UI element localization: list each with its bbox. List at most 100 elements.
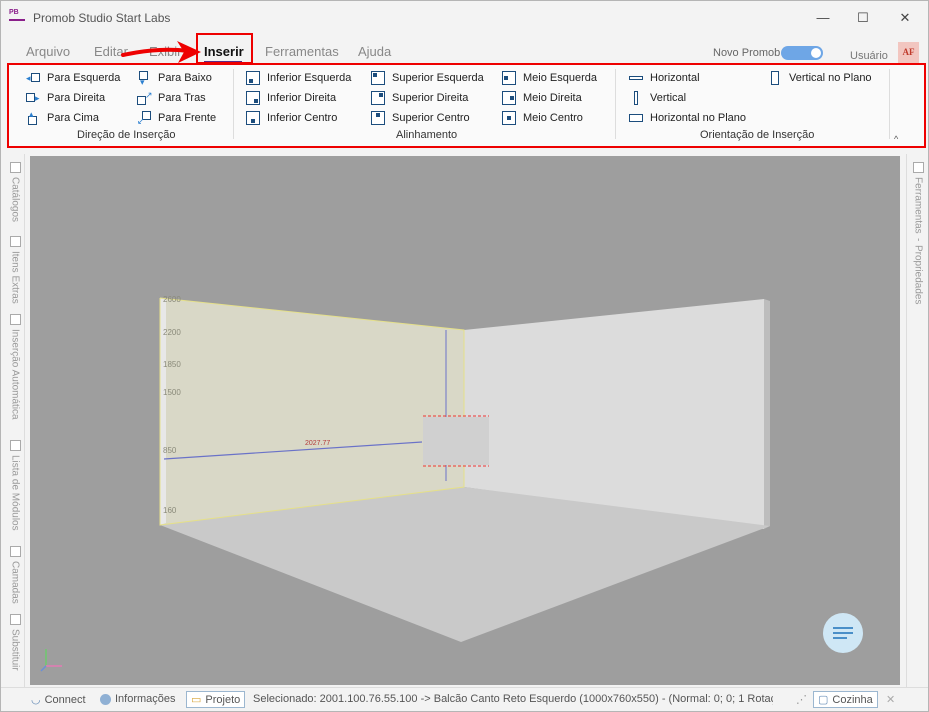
replace-icon [9, 614, 21, 625]
informacoes-button[interactable]: Informações [100, 693, 176, 705]
tab-ferramentas[interactable]: Ferramentas [265, 44, 339, 59]
group-label-orientacao: Orientação de Inserção [700, 129, 815, 141]
meio-direita-label: Meio Direita [523, 92, 582, 104]
maximize-button[interactable]: ☐ [843, 7, 883, 29]
vertical-label: Vertical [650, 92, 687, 104]
vertical-button[interactable]: Vertical [629, 90, 686, 106]
superior-esquerda-button[interactable]: Superior Esquerda [371, 70, 484, 86]
horizontal-button[interactable]: Horizontal [629, 70, 700, 86]
para-tras-label: Para Tras [158, 92, 206, 104]
globe-icon [100, 693, 111, 705]
para-esquerda-button[interactable]: ◂ Para Esquerda [26, 70, 120, 86]
arrow-down-box-icon: ▾ [137, 71, 151, 87]
user-label[interactable]: Usuário [850, 50, 888, 62]
dimension-label: 2027.77 [305, 440, 331, 447]
meio-esquerda-label: Meio Esquerda [523, 72, 597, 84]
3d-viewport[interactable]: 2600 2200 1850 1500 850 160 2027.77 [30, 156, 900, 685]
tab-arquivo[interactable]: Arquivo [26, 44, 70, 59]
para-baixo-button[interactable]: ▾ Para Baixo [137, 70, 212, 87]
align-middle-left-icon [502, 71, 516, 85]
meio-direita-button[interactable]: Meio Direita [502, 90, 582, 106]
side-tab-ferramentas-propriedades[interactable]: Ferramentas - Propriedades [910, 162, 926, 305]
inferior-centro-button[interactable]: Inferior Centro [246, 110, 337, 126]
arrow-right-box-icon: ▸ [26, 91, 40, 105]
group-separator [615, 69, 616, 139]
height-mark: 1850 [163, 360, 181, 369]
inferior-direita-label: Inferior Direita [267, 92, 337, 104]
superior-esquerda-label: Superior Esquerda [392, 72, 484, 84]
vertical-no-plano-button[interactable]: Vertical no Plano [768, 70, 872, 86]
side-tab-insercao-automatica[interactable]: Inserção Automática [7, 314, 23, 420]
avatar[interactable]: AF [898, 42, 919, 63]
layers-icon [9, 546, 21, 557]
extras-icon [9, 236, 21, 247]
vertical-plane-icon [768, 71, 782, 85]
inferior-centro-label: Inferior Centro [267, 112, 338, 124]
cozinha-button[interactable]: ▢ Cozinha [813, 691, 878, 708]
para-cima-button[interactable]: ▴ Para Cima [26, 110, 99, 126]
superior-centro-button[interactable]: Superior Centro [371, 110, 470, 126]
arrow-left-box-icon: ◂ [26, 71, 40, 85]
arrow-back-box-icon: ↗ [137, 91, 153, 105]
chat-bubble-icon[interactable] [823, 613, 863, 653]
arrow-up-box-icon: ▴ [26, 110, 40, 125]
align-top-right-icon [371, 91, 385, 105]
horizontal-no-plano-button[interactable]: Horizontal no Plano [629, 110, 746, 126]
novo-promob-toggle[interactable] [781, 46, 823, 60]
meio-centro-label: Meio Centro [523, 112, 583, 124]
folder-icon: ▭ [191, 694, 202, 706]
right-side-panel: Ferramentas - Propriedades [906, 154, 928, 687]
selected-cabinet [423, 417, 489, 465]
minimize-button[interactable]: — [803, 7, 843, 29]
para-cima-label: Para Cima [47, 112, 99, 124]
connect-button[interactable]: ◡ Connect [31, 693, 86, 707]
inferior-direita-button[interactable]: Inferior Direita [246, 90, 336, 106]
close-room-button[interactable]: ✕ [886, 693, 895, 706]
side-tab-itens-extras[interactable]: Itens Extras [7, 236, 23, 304]
para-frente-button[interactable]: ↙ Para Frente [137, 110, 216, 126]
side-tab-substituir[interactable]: Substituir [7, 614, 23, 671]
vertical-panel-icon [629, 91, 643, 105]
side-tab-label: Camadas [9, 561, 21, 604]
side-tab-lista-modulos[interactable]: Lista de Módulos [7, 440, 23, 531]
back-left-wall [160, 298, 464, 525]
inferior-esquerda-label: Inferior Esquerda [267, 72, 352, 84]
module-list-icon [9, 440, 21, 451]
projeto-label: Projeto [205, 693, 241, 706]
side-tab-catalogos[interactable]: Catálogos [7, 162, 23, 222]
align-bottom-center-icon [246, 111, 260, 125]
inferior-esquerda-button[interactable]: Inferior Esquerda [246, 70, 351, 86]
informacoes-label: Informações [115, 693, 176, 705]
horizontal-panel-icon [629, 71, 643, 85]
horizontal-no-plano-label: Horizontal no Plano [650, 112, 747, 124]
side-tab-label: Catálogos [9, 177, 21, 223]
close-button[interactable]: ✕ [885, 7, 925, 29]
para-esquerda-label: Para Esquerda [47, 72, 121, 84]
collapse-ribbon-button[interactable]: ^ [894, 134, 898, 144]
cozinha-label: Cozinha [832, 693, 873, 706]
height-mark: 2200 [163, 328, 181, 337]
meio-esquerda-button[interactable]: Meio Esquerda [502, 70, 597, 86]
left-side-panel: Catálogos Itens Extras Inserção Automáti… [5, 154, 25, 687]
horizontal-plane-icon [629, 111, 643, 125]
align-top-center-icon [371, 111, 385, 125]
superior-direita-button[interactable]: Superior Direita [371, 90, 468, 106]
meio-centro-button[interactable]: Meio Centro [502, 110, 583, 126]
projeto-button[interactable]: ▭ Projeto [186, 691, 246, 708]
room-icon: ▢ [818, 694, 829, 706]
scene-drawing [40, 297, 770, 672]
side-tab-camadas[interactable]: Camadas [7, 546, 23, 604]
side-tab-label: Propriedades [912, 245, 924, 305]
catalog-icon [9, 162, 21, 173]
para-direita-button[interactable]: ▸ Para Direita [26, 90, 105, 106]
side-tab-label: Ferramentas [912, 177, 924, 234]
para-tras-button[interactable]: ↗ Para Tras [137, 90, 206, 106]
side-tab-label: Substituir [9, 629, 21, 671]
align-middle-right-icon [502, 91, 516, 105]
novo-promob-label: Novo Promob [713, 47, 781, 59]
align-middle-center-icon [502, 111, 516, 125]
app-window: PB Promob Studio Start Labs — ☐ ✕ Arquiv… [0, 0, 929, 712]
tab-ajuda[interactable]: Ajuda [358, 44, 391, 59]
wifi-icon: ◡ [31, 694, 41, 706]
group-label-alinhamento: Alinhamento [396, 129, 458, 141]
